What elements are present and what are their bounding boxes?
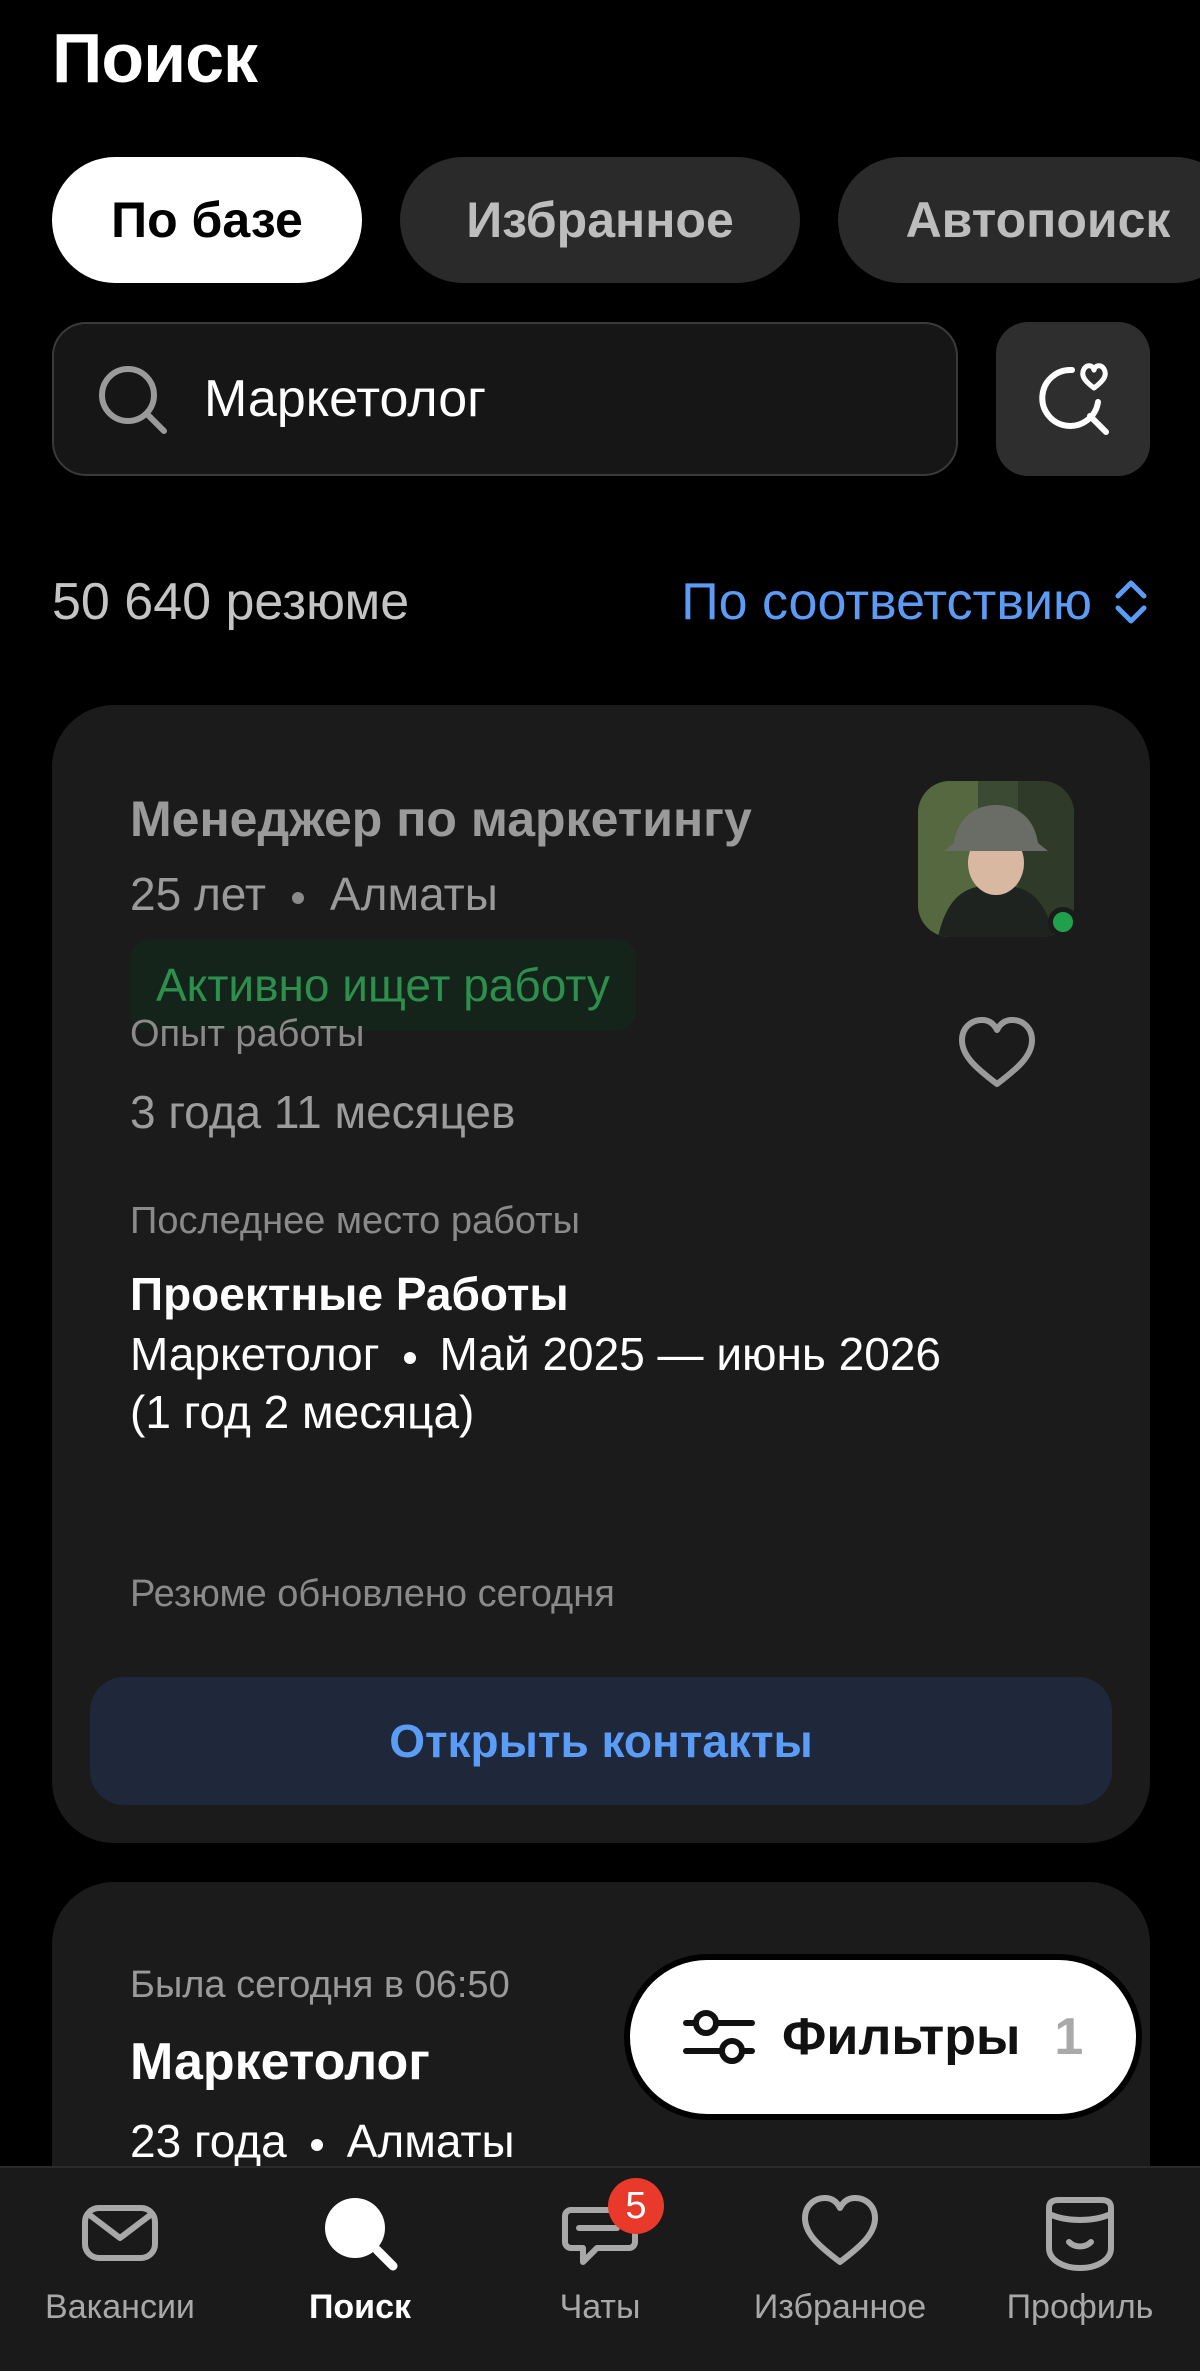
nav-vacancies[interactable]: Вакансии: [0, 2168, 240, 2371]
nav-label: Вакансии: [45, 2288, 195, 2326]
nav-label: Профиль: [1006, 2288, 1154, 2326]
sort-label: По соответствию: [681, 573, 1092, 631]
sort-chevrons-icon: [1115, 580, 1147, 624]
separator-dot: [310, 2138, 323, 2151]
filters-button[interactable]: Фильтры 1: [630, 1960, 1136, 2114]
nav-label: Чаты: [559, 2288, 641, 2326]
resume-city: Алматы: [329, 868, 498, 920]
experience-label: Опыт работы: [130, 1013, 365, 1055]
tab-bar: По базе Избранное Автопоиск: [52, 157, 1200, 283]
filters-label: Фильтры: [782, 2008, 1021, 2066]
separator-dot: [291, 891, 304, 904]
last-seen-text: Была сегодня в 06:50: [130, 1964, 510, 2006]
resume-age: 23 года: [130, 2115, 287, 2167]
envelope-icon: [82, 2205, 158, 2261]
search-field[interactable]: [52, 322, 958, 476]
filters-count: 1: [1054, 2008, 1084, 2066]
search-input[interactable]: [204, 369, 904, 429]
last-job-duration: (1 год 2 месяца): [130, 1386, 475, 1438]
results-count: 50 640 резюме: [52, 573, 410, 631]
last-job-label: Последнее место работы: [130, 1200, 580, 1242]
tab-favorites[interactable]: Избранное: [400, 157, 800, 283]
last-job-details: Маркетолог Май 2025 — июнь 2026 (1 год 2 …: [130, 1325, 941, 1441]
tab-autosearch[interactable]: Автопоиск: [838, 157, 1200, 283]
nav-profile[interactable]: Профиль: [960, 2168, 1200, 2371]
resume-meta: 23 года Алматы: [130, 2114, 515, 2168]
last-job-position: Маркетолог: [130, 1328, 380, 1380]
saved-search-button[interactable]: [996, 322, 1150, 476]
heart-icon: [802, 2195, 878, 2265]
sort-dropdown[interactable]: По соответствию: [681, 572, 1148, 632]
resume-meta: 25 лет Алматы: [130, 867, 498, 921]
nav-label: Поиск: [308, 2288, 412, 2326]
page-title: Поиск: [52, 19, 258, 97]
resume-title: Маркетолог: [130, 2033, 430, 2091]
open-contacts-button[interactable]: Открыть контакты: [90, 1677, 1112, 1805]
heart-icon[interactable]: [952, 1010, 1042, 1100]
profile-icon: [1046, 2197, 1114, 2271]
saved-search-icon: [1039, 363, 1109, 435]
nav-chats[interactable]: 5 Чаты: [480, 2168, 720, 2371]
nav-favorites[interactable]: Избранное: [720, 2168, 960, 2371]
chat-badge: 5: [608, 2178, 664, 2234]
resume-city: Алматы: [346, 2115, 515, 2167]
tab-database[interactable]: По базе: [52, 157, 362, 283]
online-indicator: [1048, 907, 1078, 937]
nav-label: Избранное: [753, 2288, 927, 2326]
avatar: [918, 781, 1078, 937]
resume-card[interactable]: Менеджер по маркетингу 25 лет Алматы Акти…: [52, 705, 1150, 1843]
nav-search[interactable]: Поиск: [240, 2168, 480, 2371]
separator-dot: [403, 1351, 416, 1364]
last-job-period: Май 2025 — июнь 2026: [439, 1328, 942, 1380]
resume-title: Менеджер по маркетингу: [130, 791, 752, 847]
experience-value: 3 года 11 месяцев: [130, 1086, 516, 1138]
last-job-company: Проектные Работы: [130, 1268, 569, 1320]
search-icon: [99, 366, 167, 434]
bottom-nav: Вакансии Поиск 5 Чаты Избранное Профиль: [0, 2166, 1200, 2371]
search-icon: [325, 2198, 398, 2271]
filters-icon: [683, 2010, 755, 2064]
resume-age: 25 лет: [130, 868, 266, 920]
updated-text: Резюме обновлено сегодня: [130, 1573, 615, 1615]
